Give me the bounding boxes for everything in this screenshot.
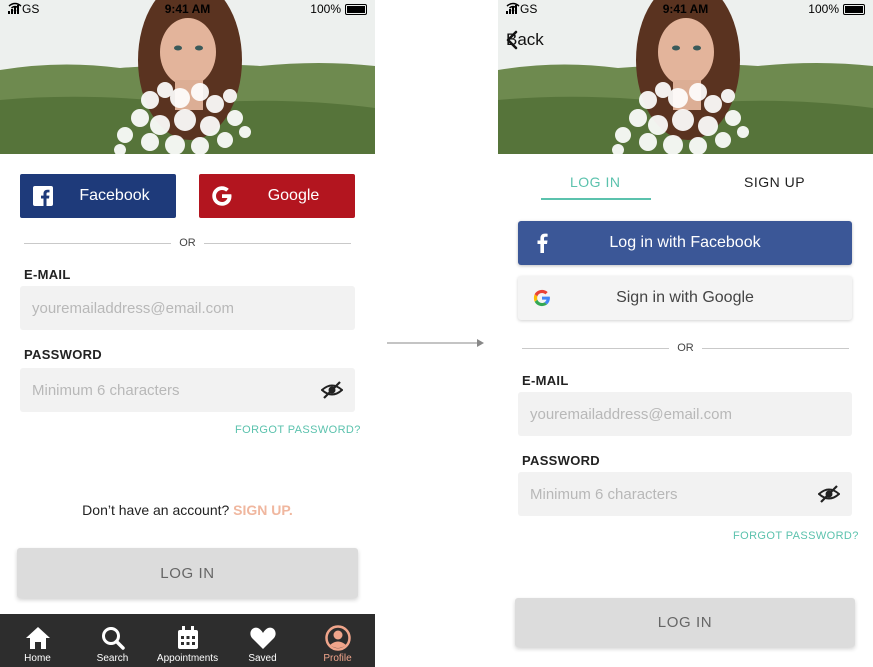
password-label: PASSWORD (24, 347, 102, 362)
battery-icon (345, 3, 367, 15)
password-field[interactable] (518, 472, 852, 516)
tab-sign-up[interactable]: SIGN UP (744, 174, 805, 190)
woman-with-flowers-illustration (498, 0, 873, 154)
no-account-text: Don’t have an account? (82, 502, 230, 518)
or-divider: OR (522, 341, 849, 355)
login-screen-before: GS 9:41 AM 100% Facebook Google OR E-MAI… (0, 0, 375, 667)
calendar-icon (177, 626, 198, 649)
status-bar: GS 9:41 AM 100% (498, 0, 873, 20)
facebook-icon (518, 233, 566, 253)
tab-home[interactable]: Home (0, 614, 75, 667)
battery-percent: 100% (808, 2, 839, 16)
search-icon (101, 627, 125, 650)
signup-prompt: Don’t have an account? SIGN UP. (0, 502, 375, 518)
battery-icon (843, 3, 865, 15)
facebook-button[interactable]: Facebook (20, 174, 176, 218)
email-label: E-MAIL (522, 373, 569, 388)
password-input[interactable] (20, 368, 355, 412)
forgot-password-link[interactable]: FORGOT PASSWORD? (733, 530, 859, 542)
email-input[interactable] (518, 392, 852, 436)
password-field[interactable] (20, 368, 355, 412)
status-bar: GS 9:41 AM 100% (0, 0, 375, 20)
email-field[interactable] (518, 392, 852, 436)
facebook-login-button[interactable]: Log in with Facebook (518, 221, 852, 265)
google-icon (199, 184, 244, 208)
email-label: E-MAIL (24, 267, 71, 282)
home-icon (25, 627, 50, 649)
tab-bar: Home Search Appointments Saved Profile (0, 614, 375, 667)
back-button[interactable]: Back (506, 30, 544, 50)
email-input[interactable] (20, 286, 355, 330)
google-login-label: Sign in with Google (616, 289, 754, 306)
login-screen-after: GS 9:41 AM 100% Back LOG IN SIGN UP Log … (498, 0, 873, 667)
profile-icon (324, 625, 351, 651)
google-button-label: Google (267, 187, 320, 204)
hide-password-icon[interactable] (817, 484, 841, 509)
google-login-button[interactable]: Sign in with Google (518, 276, 852, 320)
tab-log-in[interactable]: LOG IN (570, 174, 620, 190)
active-tab-indicator (541, 198, 651, 200)
hero-image: GS 9:41 AM 100% Back (498, 0, 873, 154)
tab-search[interactable]: Search (75, 614, 150, 667)
chevron-left-icon (506, 30, 518, 50)
transition-arrow-icon (387, 339, 484, 347)
sign-up-link[interactable]: SIGN UP. (233, 502, 293, 518)
heart-icon (249, 627, 276, 649)
tab-appointments[interactable]: Appointments (150, 614, 225, 667)
google-icon (518, 288, 566, 308)
battery-percent: 100% (310, 2, 341, 16)
password-label: PASSWORD (522, 453, 600, 468)
facebook-icon (20, 186, 65, 206)
facebook-login-label: Log in with Facebook (609, 234, 761, 251)
hero-image: GS 9:41 AM 100% (0, 0, 375, 154)
tab-profile[interactable]: Profile (300, 614, 375, 667)
woman-with-flowers-illustration (0, 0, 375, 154)
or-divider: OR (24, 236, 351, 250)
tab-saved[interactable]: Saved (225, 614, 300, 667)
email-field[interactable] (20, 286, 355, 330)
hide-password-icon[interactable] (320, 380, 344, 405)
password-input[interactable] (518, 472, 852, 516)
facebook-button-label: Facebook (79, 187, 150, 204)
log-in-button[interactable]: LOG IN (515, 598, 855, 647)
log-in-button[interactable]: LOG IN (17, 548, 358, 598)
google-button[interactable]: Google (199, 174, 355, 218)
forgot-password-link[interactable]: FORGOT PASSWORD? (235, 424, 361, 436)
